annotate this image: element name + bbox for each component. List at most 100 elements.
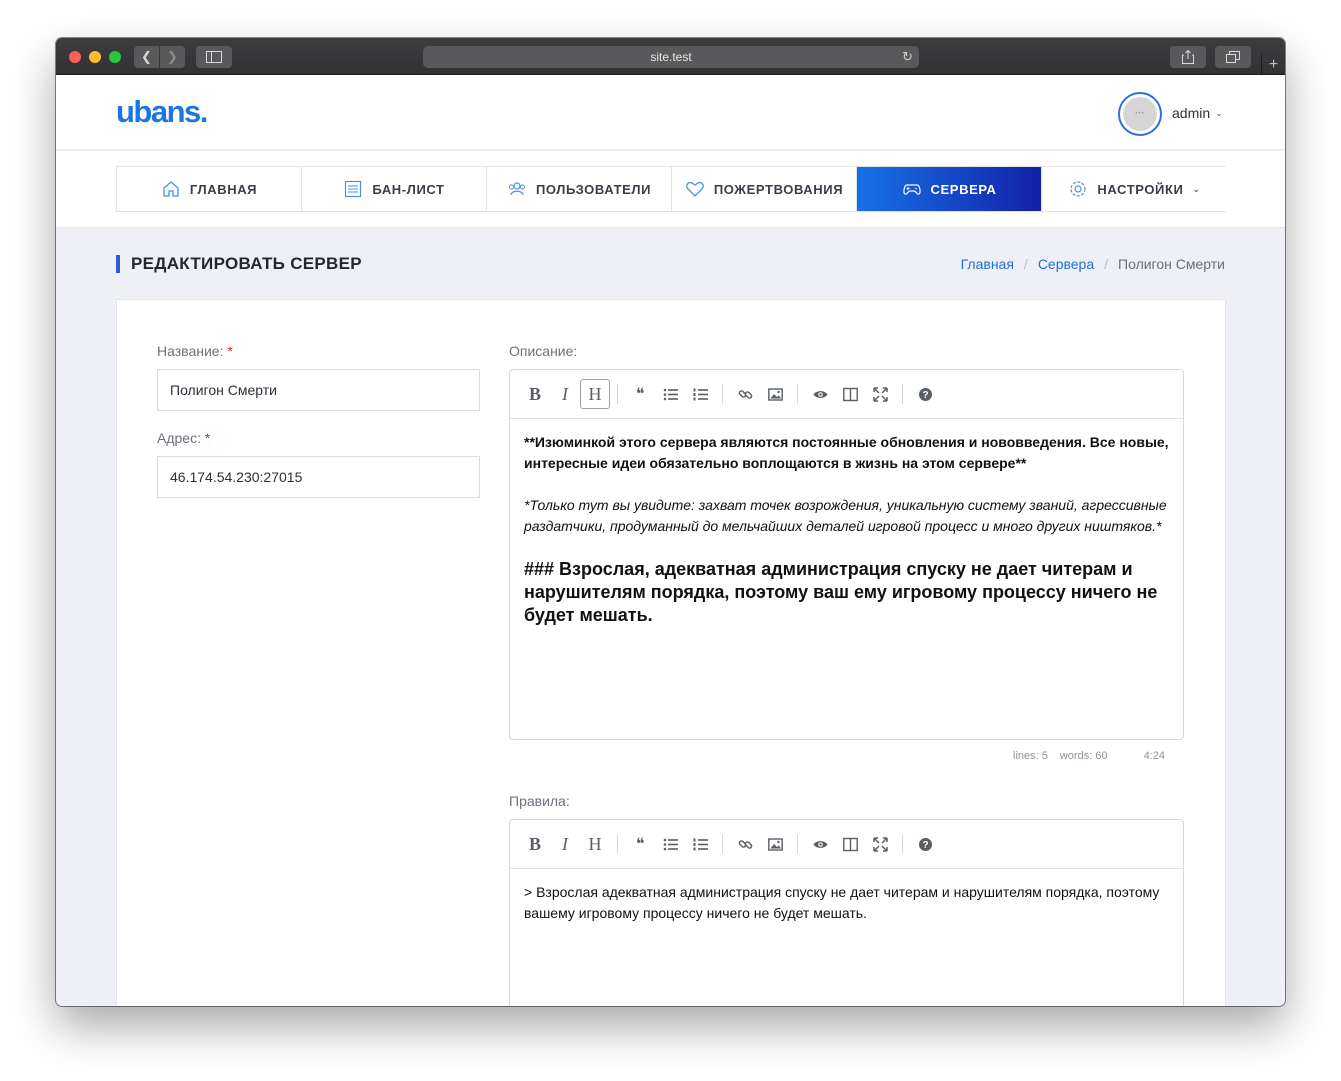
user-menu[interactable]: admin ⌄: [1172, 105, 1223, 121]
image-icon: [767, 387, 783, 401]
address-label: Адрес: *: [157, 430, 211, 446]
back-button[interactable]: ❮: [134, 46, 159, 68]
nav-item-label: ПОЖЕРТВОВАНИЯ: [713, 181, 844, 197]
sidebar-toggle-button[interactable]: [196, 46, 232, 68]
breadcrumb-separator: /: [1023, 256, 1028, 272]
chevron-right-icon: ❯: [167, 49, 178, 64]
breadcrumb-current: Полигон Смерти: [1118, 256, 1225, 272]
nav-item-label: ГЛАВНАЯ: [189, 181, 258, 197]
preview-button[interactable]: [805, 829, 835, 859]
help-button[interactable]: ?: [910, 379, 940, 409]
name-field[interactable]: Полигон Смерти: [157, 369, 480, 411]
nav-item-label: СЕРВЕРА: [930, 181, 997, 197]
nav-item-settings[interactable]: НАСТРОЙКИ ⌄: [1042, 167, 1227, 211]
site-logo[interactable]: ubans.: [116, 94, 208, 130]
users-icon: [507, 179, 527, 199]
share-button[interactable]: [1170, 46, 1206, 68]
required-mark: *: [204, 430, 211, 446]
address-field[interactable]: 46.174.54.230:27015: [157, 456, 480, 498]
svg-text:?: ?: [922, 840, 928, 851]
home-icon: [161, 179, 181, 199]
nav-item-home[interactable]: ГЛАВНАЯ: [117, 167, 302, 211]
link-button[interactable]: [730, 829, 760, 859]
description-editor: B I H ❝ ? **Изюминкой этого сервера явля…: [509, 369, 1184, 740]
quote-icon: ❝: [635, 836, 645, 853]
forward-button[interactable]: ❯: [160, 46, 185, 68]
help-button[interactable]: ?: [910, 829, 940, 859]
minimize-window-button[interactable]: [89, 51, 101, 63]
eye-icon: [813, 840, 827, 848]
fullscreen-button[interactable]: [865, 829, 895, 859]
avatar[interactable]: •••: [1118, 92, 1162, 136]
reload-icon[interactable]: ↻: [902, 49, 913, 65]
side-by-side-button[interactable]: [835, 829, 865, 859]
bold-button[interactable]: B: [520, 379, 550, 409]
plus-icon: +: [1268, 55, 1279, 73]
italic-button[interactable]: I: [550, 379, 580, 409]
nav-item-banlist[interactable]: БАН-ЛИСТ: [302, 167, 487, 211]
avatar-placeholder-icon: •••: [1135, 111, 1145, 117]
ordered-list-button[interactable]: [685, 829, 715, 859]
chevron-left-icon: ❮: [141, 49, 152, 64]
main-nav: ГЛАВНАЯ БАН-ЛИСТ ПОЛЬЗОВАТЕЛИ ПОЖЕРТВОВА…: [116, 166, 1227, 212]
description-textarea[interactable]: **Изюминкой этого сервера являются посто…: [510, 419, 1183, 640]
quote-button[interactable]: ❝: [625, 829, 655, 859]
editor-statusbar: lines: 5 words: 60 4:24: [1013, 750, 1165, 762]
editor-toolbar: B I H ❝ ?: [510, 370, 1183, 419]
help-icon: ?: [918, 837, 932, 851]
rules-textarea[interactable]: > Взрослая адекватная администрация спус…: [510, 869, 1183, 937]
nav-item-label: ПОЛЬЗОВАТЕЛИ: [535, 181, 652, 197]
fullscreen-button[interactable]: [865, 379, 895, 409]
nav-item-servers[interactable]: СЕРВЕРА: [857, 167, 1042, 211]
toolbar-divider: [617, 384, 618, 404]
link-icon: [738, 389, 752, 399]
line-count: lines: 5: [1013, 750, 1048, 762]
image-button[interactable]: [760, 379, 790, 409]
new-tab-button[interactable]: +: [1261, 54, 1285, 75]
gamepad-icon: [902, 179, 922, 199]
italic-button[interactable]: I: [550, 829, 580, 859]
address-bar[interactable]: site.test ↻: [423, 46, 919, 68]
link-button[interactable]: [730, 379, 760, 409]
url-text: site.test: [650, 50, 692, 64]
toolbar-divider: [902, 384, 903, 404]
maximize-window-button[interactable]: [109, 51, 121, 63]
unordered-list-button[interactable]: [655, 829, 685, 859]
description-label: Описание:: [509, 343, 578, 359]
ordered-list-button[interactable]: [685, 379, 715, 409]
breadcrumb-home-link[interactable]: Главная: [961, 256, 1014, 272]
bullet-list-icon: [663, 838, 678, 850]
toolbar-divider: [902, 834, 903, 854]
rules-label: Правила:: [509, 793, 570, 809]
heart-icon: [685, 179, 705, 199]
description-italic-paragraph: *Только тут вы увидите: захват точек воз…: [524, 497, 1167, 534]
site-header: ubans. ••• admin ⌄: [56, 75, 1285, 150]
columns-icon: [842, 387, 858, 401]
breadcrumb: Главная / Сервера / Полигон Смерти: [961, 256, 1225, 272]
preview-button[interactable]: [805, 379, 835, 409]
nav-item-donations[interactable]: ПОЖЕРТВОВАНИЯ: [672, 167, 857, 211]
heading-button[interactable]: H: [580, 829, 610, 859]
quote-button[interactable]: ❝: [625, 379, 655, 409]
address-field-value: 46.174.54.230:27015: [170, 469, 303, 485]
chevron-down-icon: ⌄: [1192, 183, 1201, 194]
close-window-button[interactable]: [69, 51, 81, 63]
image-button[interactable]: [760, 829, 790, 859]
toolbar-divider: [797, 384, 798, 404]
nav-item-label: НАСТРОЙКИ: [1097, 181, 1184, 197]
breadcrumb-servers-link[interactable]: Сервера: [1038, 256, 1094, 272]
main-nav-area: ГЛАВНАЯ БАН-ЛИСТ ПОЛЬЗОВАТЕЛИ ПОЖЕРТВОВА…: [56, 151, 1285, 228]
heading-button[interactable]: H: [580, 379, 610, 409]
numbered-list-icon: [693, 388, 708, 400]
bold-button[interactable]: B: [520, 829, 550, 859]
cursor-position: 4:24: [1143, 750, 1165, 762]
browser-window: ❮ ❯ site.test ↻ + ubans. ••• admin ⌄ ГЛА…: [56, 38, 1285, 1006]
side-by-side-button[interactable]: [835, 379, 865, 409]
fullscreen-icon: [872, 836, 888, 852]
name-label: Название: *: [157, 343, 233, 359]
unordered-list-button[interactable]: [655, 379, 685, 409]
bullet-list-icon: [663, 388, 678, 400]
tab-overview-button[interactable]: [1215, 46, 1251, 68]
help-icon: ?: [918, 387, 932, 401]
nav-item-users[interactable]: ПОЛЬЗОВАТЕЛИ: [487, 167, 672, 211]
